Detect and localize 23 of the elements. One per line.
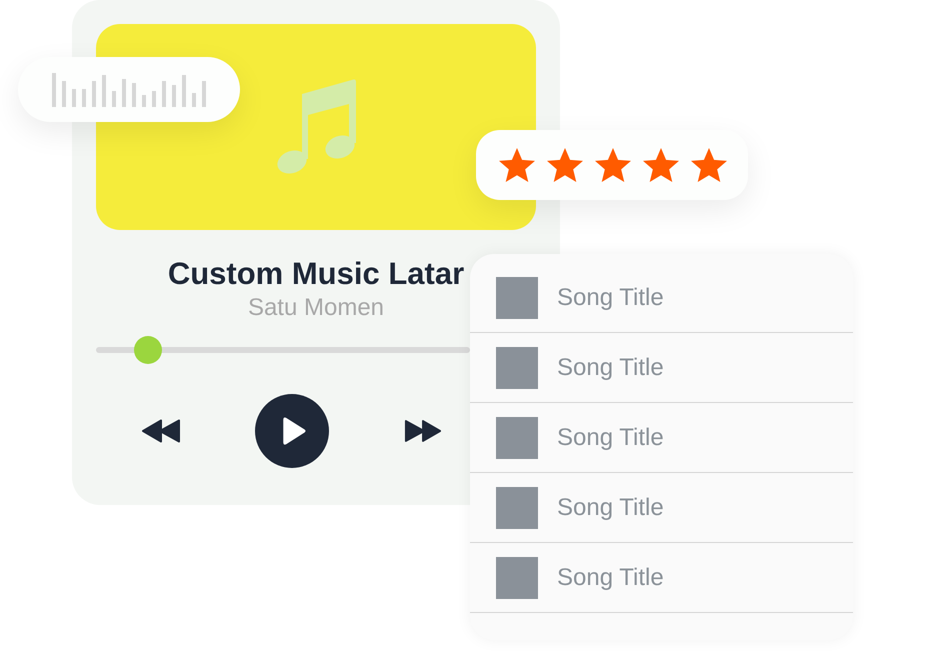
star-icon <box>547 148 583 182</box>
play-icon <box>282 416 306 446</box>
star-icon <box>691 148 727 182</box>
song-title[interactable]: Song Title <box>557 424 664 452</box>
thumbnail-placeholder <box>496 556 538 598</box>
thumbnail-placeholder <box>496 486 538 528</box>
thumbnail-placeholder <box>496 416 538 458</box>
track-title: Custom Music Latar <box>168 256 464 291</box>
progress-slider[interactable] <box>96 336 470 364</box>
fast-forward-icon[interactable] <box>404 419 442 443</box>
song-title[interactable]: Song Title <box>557 284 664 312</box>
star-icon <box>595 148 631 182</box>
star-icon <box>499 148 535 182</box>
music-note-icon <box>276 79 356 175</box>
rewind-icon[interactable] <box>141 419 181 443</box>
artist-name: Satu Momen <box>248 295 384 321</box>
thumbnail-placeholder <box>496 346 538 388</box>
song-title[interactable]: Song Title <box>557 494 664 522</box>
thumbnail-placeholder <box>496 276 538 318</box>
progress-thumb[interactable] <box>134 336 162 364</box>
song-title[interactable]: Song Title <box>557 354 664 382</box>
star-icon <box>643 148 679 182</box>
song-title[interactable]: Song Title <box>557 564 664 592</box>
